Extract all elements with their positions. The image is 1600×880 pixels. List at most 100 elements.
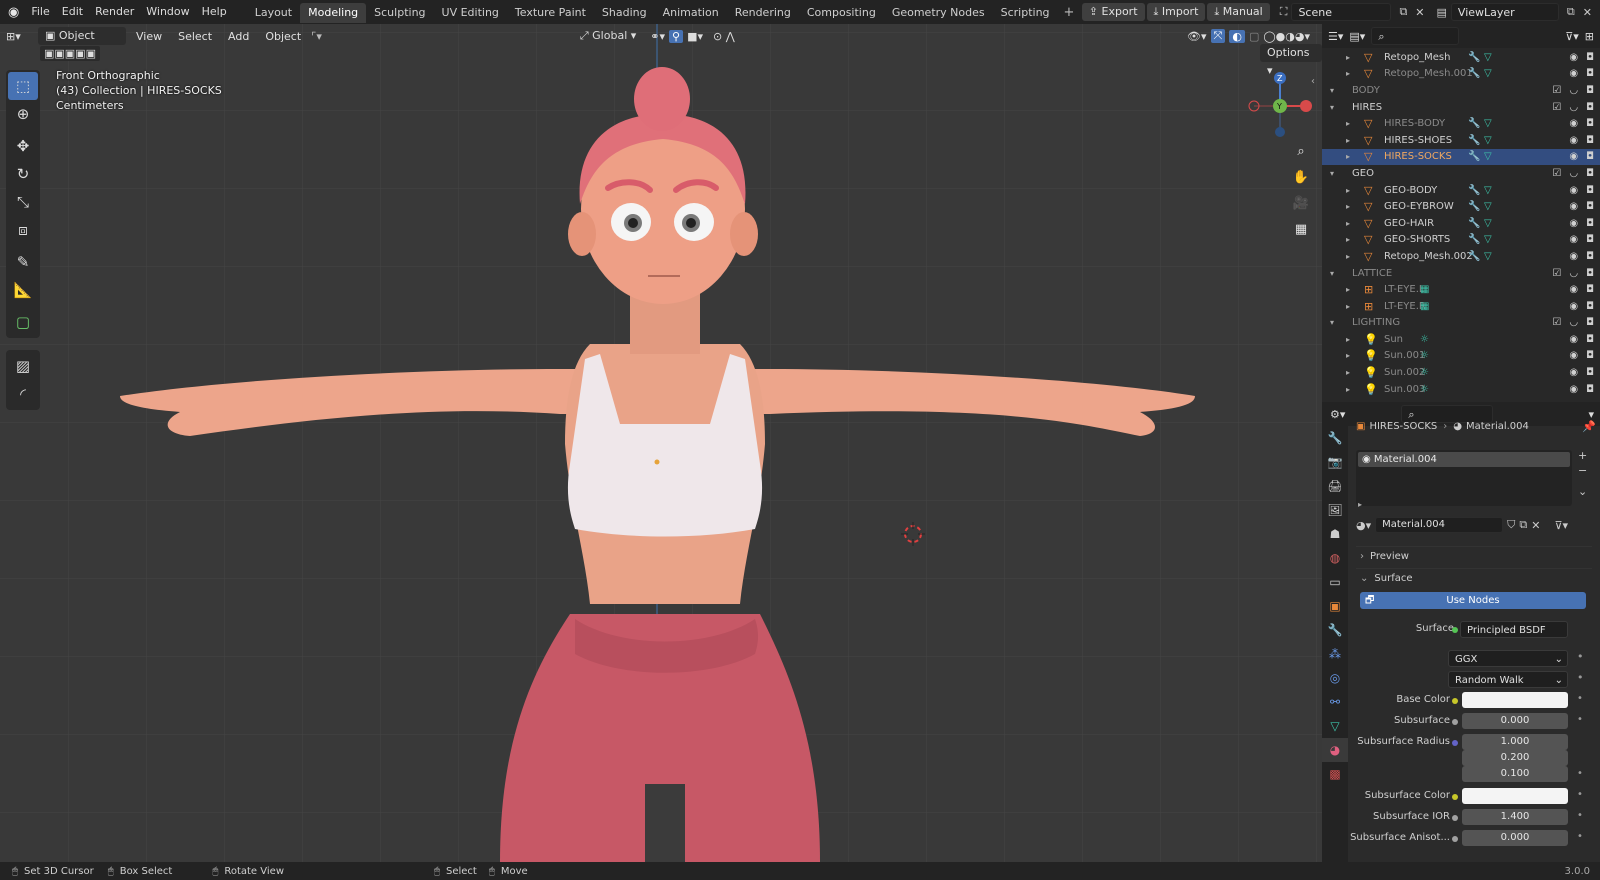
visibility-icon[interactable]: 👁▾ bbox=[1187, 30, 1207, 43]
expand-icon[interactable]: ▸ bbox=[1346, 285, 1350, 294]
outliner-row[interactable]: ▸ ▽ HIRES-SOCKS 🔧 ▽ ◉ ◘ bbox=[1322, 148, 1600, 166]
scene-close-icon[interactable]: ✕ bbox=[1415, 6, 1424, 19]
menu-help[interactable]: Help bbox=[196, 0, 233, 24]
outliner-row[interactable]: ▸ 💡 Sun ☼ ◉ ◘ bbox=[1322, 331, 1600, 348]
outliner-row[interactable]: ▸ ▽ Retopo_Mesh.002 🔧 ▽ ◉ ◘ bbox=[1322, 248, 1600, 265]
mesh-data-icon[interactable]: ▽ bbox=[1484, 251, 1492, 262]
options-button[interactable]: Options ▾ bbox=[1260, 44, 1322, 77]
tab-layout[interactable]: Layout bbox=[247, 3, 300, 23]
duplicate-material-icon[interactable]: ⧉ bbox=[1519, 518, 1527, 532]
pin-icon[interactable]: 📌 bbox=[1582, 420, 1596, 433]
link-dropdown-icon[interactable]: ⊽▾ bbox=[1554, 519, 1568, 532]
mesh-data-icon[interactable]: ▽ bbox=[1484, 151, 1492, 162]
socket-icon[interactable] bbox=[1452, 815, 1458, 821]
collapse-icon[interactable]: ▾ bbox=[1330, 269, 1334, 278]
collapse-icon[interactable]: ▾ bbox=[1330, 86, 1334, 95]
outliner-row[interactable]: ▸ ▽ GEO-BODY 🔧 ▽ ◉ ◘ bbox=[1322, 182, 1600, 199]
expand-icon[interactable]: ▸ bbox=[1346, 202, 1350, 211]
collapse-icon[interactable]: ▾ bbox=[1330, 103, 1334, 112]
scene-field[interactable]: Scene bbox=[1291, 3, 1392, 21]
outliner-row[interactable]: ▸ ⊞ LT-EYE.L ▦ ◉ ◘ bbox=[1322, 281, 1600, 298]
expand-icon[interactable]: ▸ bbox=[1346, 335, 1350, 344]
rotate-tool[interactable]: ↻ bbox=[8, 160, 38, 188]
expand-icon[interactable]: ▸ bbox=[1346, 152, 1350, 161]
eye-icon[interactable]: ◡ bbox=[1569, 317, 1578, 328]
cursor-tool[interactable]: ⊕ bbox=[8, 100, 38, 128]
camera-icon[interactable]: 🎥 bbox=[1290, 192, 1312, 214]
collapse-icon[interactable]: ▾ bbox=[1330, 318, 1334, 327]
camera-render-icon[interactable]: ◘ bbox=[1586, 168, 1594, 179]
viewlayer-icon[interactable]: ▤ bbox=[1437, 6, 1447, 19]
expand-slot-icon[interactable]: ▸ bbox=[1358, 500, 1362, 509]
blender-logo-icon[interactable]: ◉ bbox=[0, 5, 25, 20]
transform-gizmo-icon[interactable]: ⌜▾ bbox=[311, 30, 322, 43]
menu-render[interactable]: Render bbox=[89, 0, 140, 24]
scene-icon[interactable]: ⛶ bbox=[1280, 5, 1288, 19]
socket-icon[interactable] bbox=[1452, 794, 1458, 800]
color-swatch[interactable] bbox=[1462, 692, 1568, 708]
export-button[interactable]: ⇪ Export bbox=[1081, 3, 1145, 21]
number-field[interactable]: 0.000 bbox=[1462, 713, 1568, 729]
tab-compositing[interactable]: Compositing bbox=[799, 3, 884, 23]
outliner-row[interactable]: ▸ 💡 Sun.002 ☼ ◉ ◘ bbox=[1322, 364, 1600, 381]
outliner-row[interactable]: ▸ ▽ GEO-EYBROW 🔧 ▽ ◉ ◘ bbox=[1322, 198, 1600, 215]
light-data-icon[interactable]: ☼ bbox=[1420, 367, 1429, 378]
eye-icon[interactable]: ◉ bbox=[1569, 135, 1578, 146]
properties-type-icon[interactable]: ⚙▾ bbox=[1330, 408, 1345, 421]
surface-panel-header[interactable]: ⌄ Surface bbox=[1356, 568, 1592, 588]
expand-icon[interactable]: ▸ bbox=[1346, 385, 1350, 394]
subsurface-method-dropdown[interactable]: Random Walk ⌄ bbox=[1448, 671, 1568, 688]
editor-type-icon[interactable]: ⊞▾ bbox=[6, 30, 34, 43]
camera-render-icon[interactable]: ◘ bbox=[1586, 135, 1594, 146]
eye-icon[interactable]: ◉ bbox=[1569, 301, 1578, 312]
use-nodes-button[interactable]: 🗗 Use Nodes bbox=[1360, 592, 1586, 609]
snap-icon[interactable]: ⚲ bbox=[669, 29, 684, 43]
checkbox-icon[interactable]: ☑ bbox=[1552, 102, 1561, 113]
surface-shader-field[interactable]: Principled BSDF bbox=[1460, 621, 1568, 638]
render-tab-icon[interactable]: 📷 bbox=[1322, 450, 1348, 474]
pivot-icon[interactable]: ⚭▾ bbox=[650, 30, 665, 43]
keyframe-dot-icon[interactable]: • bbox=[1577, 831, 1583, 842]
outliner-row[interactable]: ▸ ▽ HIRES-BODY 🔧 ▽ ◉ ◘ bbox=[1322, 115, 1600, 132]
zoom-icon[interactable]: ⌕ bbox=[1290, 140, 1312, 162]
eye-icon[interactable]: ◉ bbox=[1569, 68, 1578, 79]
mesh-data-icon[interactable]: ▽ bbox=[1484, 118, 1492, 129]
outliner-row[interactable]: ▾ LATTICE ☑ ◡ ◘ bbox=[1322, 265, 1600, 282]
image-tool[interactable]: ▨ bbox=[8, 352, 38, 380]
proportional-icon[interactable]: ⊙ ⋀ bbox=[713, 30, 735, 43]
character-model[interactable] bbox=[0, 24, 1322, 862]
checkbox-icon[interactable]: ☑ bbox=[1552, 317, 1561, 328]
socket-icon[interactable] bbox=[1452, 719, 1458, 725]
selection-mode-icons[interactable]: ▣▣▣▣▣ bbox=[40, 46, 100, 61]
outliner-row[interactable]: ▸ ▽ Retopo_Mesh.001 🔧 ▽ ◉ ◘ bbox=[1322, 66, 1600, 83]
number-field[interactable]: 0.000 bbox=[1462, 830, 1568, 846]
mesh-data-icon[interactable]: ▽ bbox=[1484, 68, 1492, 79]
eye-icon[interactable]: ◉ bbox=[1569, 350, 1578, 361]
camera-render-icon[interactable]: ◘ bbox=[1586, 251, 1594, 262]
material-slot-list[interactable]: ◉ Material.004 bbox=[1356, 450, 1572, 506]
light-data-icon[interactable]: ☼ bbox=[1420, 350, 1429, 361]
color-swatch[interactable] bbox=[1462, 788, 1568, 804]
checkbox-icon[interactable]: ☑ bbox=[1552, 85, 1561, 96]
eye-icon[interactable]: ◡ bbox=[1569, 268, 1578, 279]
camera-render-icon[interactable]: ◘ bbox=[1586, 334, 1594, 345]
mesh-data-icon[interactable]: ▽ bbox=[1484, 218, 1492, 229]
preview-panel-header[interactable]: › Preview bbox=[1356, 546, 1592, 566]
keyframe-dot-icon[interactable]: • bbox=[1577, 693, 1583, 704]
new-collection-icon[interactable]: ⊞ bbox=[1585, 30, 1594, 43]
tab-geometry-nodes[interactable]: Geometry Nodes bbox=[884, 3, 993, 23]
tab-sculpting[interactable]: Sculpting bbox=[366, 3, 433, 23]
outliner-row[interactable]: ▾ BODY ☑ ◡ ◘ bbox=[1322, 82, 1600, 99]
menu-add[interactable]: Add bbox=[222, 30, 255, 43]
modifier-icon[interactable]: 🔧 bbox=[1468, 185, 1480, 196]
expand-icon[interactable]: ▸ bbox=[1346, 219, 1350, 228]
camera-render-icon[interactable]: ◘ bbox=[1586, 102, 1594, 113]
keyframe-dot-icon[interactable]: • bbox=[1577, 789, 1583, 800]
eye-icon[interactable]: ◡ bbox=[1569, 168, 1578, 179]
add-cube-tool[interactable]: ▢ bbox=[8, 308, 38, 336]
material-name-field[interactable]: Material.004 bbox=[1375, 517, 1504, 533]
menu-object[interactable]: Object bbox=[259, 30, 307, 43]
texture-tab-icon[interactable]: ▩ bbox=[1322, 762, 1348, 786]
scene-copy-icon[interactable]: ⧉ bbox=[1399, 5, 1407, 19]
transform-tool[interactable]: ⧈ bbox=[8, 216, 38, 244]
